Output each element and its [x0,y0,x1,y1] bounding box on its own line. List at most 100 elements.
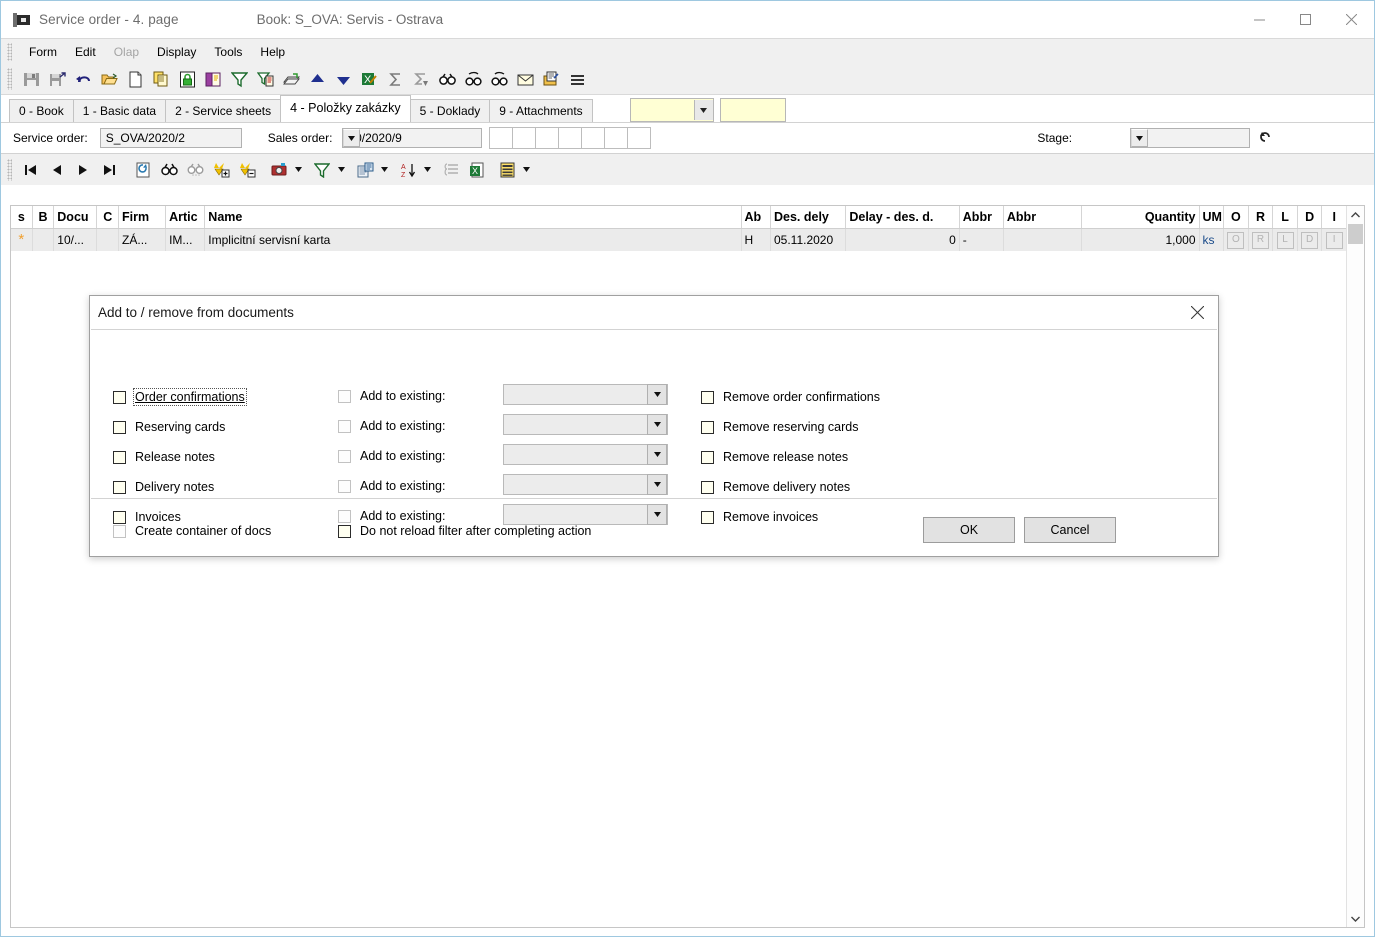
tab-4-polozky-zakazky[interactable]: 4 - Položky zakázky [280,95,411,122]
checkbox-remove-reserving-cards[interactable]: Remove reserving cards [701,417,858,437]
column-header-firm[interactable]: Firm [119,206,167,228]
sales-order-combo[interactable]: 10/2020/9 [342,128,483,148]
combo-existing-reserving-cards[interactable] [503,414,668,435]
history-icon[interactable] [1258,129,1273,147]
flag-box[interactable] [627,127,652,149]
flag-box[interactable] [535,127,560,149]
notes-icon[interactable] [538,66,564,92]
ok-button[interactable]: OK [923,517,1015,543]
column-header-delay[interactable]: Delay - des. d. [846,206,960,228]
chevron-down-icon[interactable] [1131,129,1149,147]
scrollbar-thumb[interactable] [1348,224,1363,244]
export-excel-icon[interactable]: X [464,157,490,183]
chevron-down-icon[interactable] [647,384,667,405]
column-header-des-dely[interactable]: Des. dely [771,206,847,228]
column-header-ab[interactable]: Ab [742,206,771,228]
checkbox-box[interactable] [113,480,126,494]
filter-list-icon[interactable] [252,66,278,92]
filter-icon[interactable] [226,66,252,92]
first-record-icon[interactable] [18,157,44,183]
column-header-name[interactable]: Name [205,206,742,228]
book-icon[interactable] [200,66,226,92]
chevron-down-icon[interactable] [343,129,361,147]
chevron-down-icon[interactable] [647,444,667,465]
close-icon[interactable] [1328,1,1374,38]
checkbox-remove-order-confirmations[interactable]: Remove order confirmations [701,387,880,407]
column-header-l[interactable]: L [1273,206,1298,228]
next-record-icon[interactable] [70,157,96,183]
column-header-r[interactable]: R [1249,206,1274,228]
chevron-down-icon[interactable] [647,474,667,495]
add-condition-icon[interactable] [208,157,234,183]
checkbox-box[interactable] [113,524,126,538]
menu-item-tools[interactable]: Tools [205,42,251,62]
save-and-exit-icon[interactable] [44,66,70,92]
checkbox-do-not-reload-filter[interactable]: Do not reload filter after completing ac… [338,521,591,541]
chevron-down-icon[interactable] [647,414,667,435]
sum-filter-icon[interactable] [408,66,434,92]
chevron-up-icon[interactable] [1347,206,1364,223]
checkbox-box[interactable] [338,449,351,463]
checkbox-add-to-existing-order-confirmations[interactable]: Add to existing: [338,386,445,406]
group-icon[interactable] [438,157,464,183]
mail-icon[interactable] [512,66,538,92]
column-header-artic[interactable]: Artic [166,206,206,228]
checkbox-create-container-of-docs[interactable]: Create container of docs [113,521,271,541]
menu-icon[interactable] [564,66,590,92]
print-icon[interactable] [278,66,304,92]
stage-combo[interactable] [1130,128,1251,148]
combo-existing-delivery-notes[interactable] [503,474,668,495]
column-header-unit[interactable]: UM [1200,206,1225,228]
checkbox-order-confirmations[interactable]: Order confirmations [113,387,247,407]
checkbox-add-to-existing-delivery-notes[interactable]: Add to existing: [338,476,445,496]
last-record-icon[interactable] [96,157,122,183]
sort-dropdown-arrow-icon[interactable] [421,157,434,183]
checkbox-box[interactable] [338,524,351,538]
checkbox-delivery-notes[interactable]: Delivery notes [113,477,214,497]
chevron-down-icon[interactable] [693,100,713,120]
checkbox-box[interactable] [338,389,351,403]
move-up-icon[interactable] [304,66,330,92]
checkbox-add-to-existing-reserving-cards[interactable]: Add to existing: [338,416,445,436]
filter-dropdown-arrow-icon[interactable] [335,157,348,183]
maximize-icon[interactable] [1282,1,1328,38]
tab-1-basic-data[interactable]: 1 - Basic data [72,99,167,122]
layout-dropdown-arrow-icon[interactable] [378,157,391,183]
remove-condition-icon[interactable] [234,157,260,183]
checkbox-remove-delivery-notes[interactable]: Remove delivery notes [701,477,850,497]
tab-combo-field[interactable] [629,98,714,122]
columns-dropdown-arrow-icon[interactable] [520,157,533,183]
tab-text-field[interactable] [719,98,786,122]
checkbox-box[interactable] [113,420,126,434]
flag-box[interactable] [604,127,629,149]
find-icon[interactable] [434,66,460,92]
menu-item-edit[interactable]: Edit [66,42,105,62]
refresh-icon[interactable] [130,157,156,183]
menu-item-display[interactable]: Display [148,42,205,62]
snapshot-icon[interactable] [266,157,292,183]
copy-icon[interactable] [148,66,174,92]
column-header-abbr-2[interactable]: Abbr [1004,206,1083,228]
chevron-down-icon[interactable] [1347,910,1364,927]
combo-existing-release-notes[interactable] [503,444,668,465]
previous-record-icon[interactable] [44,157,70,183]
flag-box[interactable] [581,127,606,149]
checkbox-add-to-existing-release-notes[interactable]: Add to existing: [338,446,445,466]
menu-item-form[interactable]: Form [20,42,66,62]
open-folder-icon[interactable] [96,66,122,92]
tab-0-book[interactable]: 0 - Book [9,99,74,122]
column-header-docu[interactable]: Docu [54,206,98,228]
columns-icon[interactable] [494,157,520,183]
table-row[interactable]: * 10/... ZÁ... IM... Implicitní servisní… [11,229,1347,251]
checkbox-release-notes[interactable]: Release notes [113,447,215,467]
filter-icon[interactable] [309,157,335,183]
menu-grip[interactable] [7,42,12,61]
find-up-icon[interactable] [460,66,486,92]
save-icon[interactable] [18,66,44,92]
checkbox-box[interactable] [701,480,714,494]
new-document-icon[interactable] [122,66,148,92]
tab-9-attachments[interactable]: 9 - Attachments [489,99,593,122]
checkbox-remove-release-notes[interactable]: Remove release notes [701,447,848,467]
checkbox-reserving-cards[interactable]: Reserving cards [113,417,225,437]
layout-icon[interactable] [352,157,378,183]
